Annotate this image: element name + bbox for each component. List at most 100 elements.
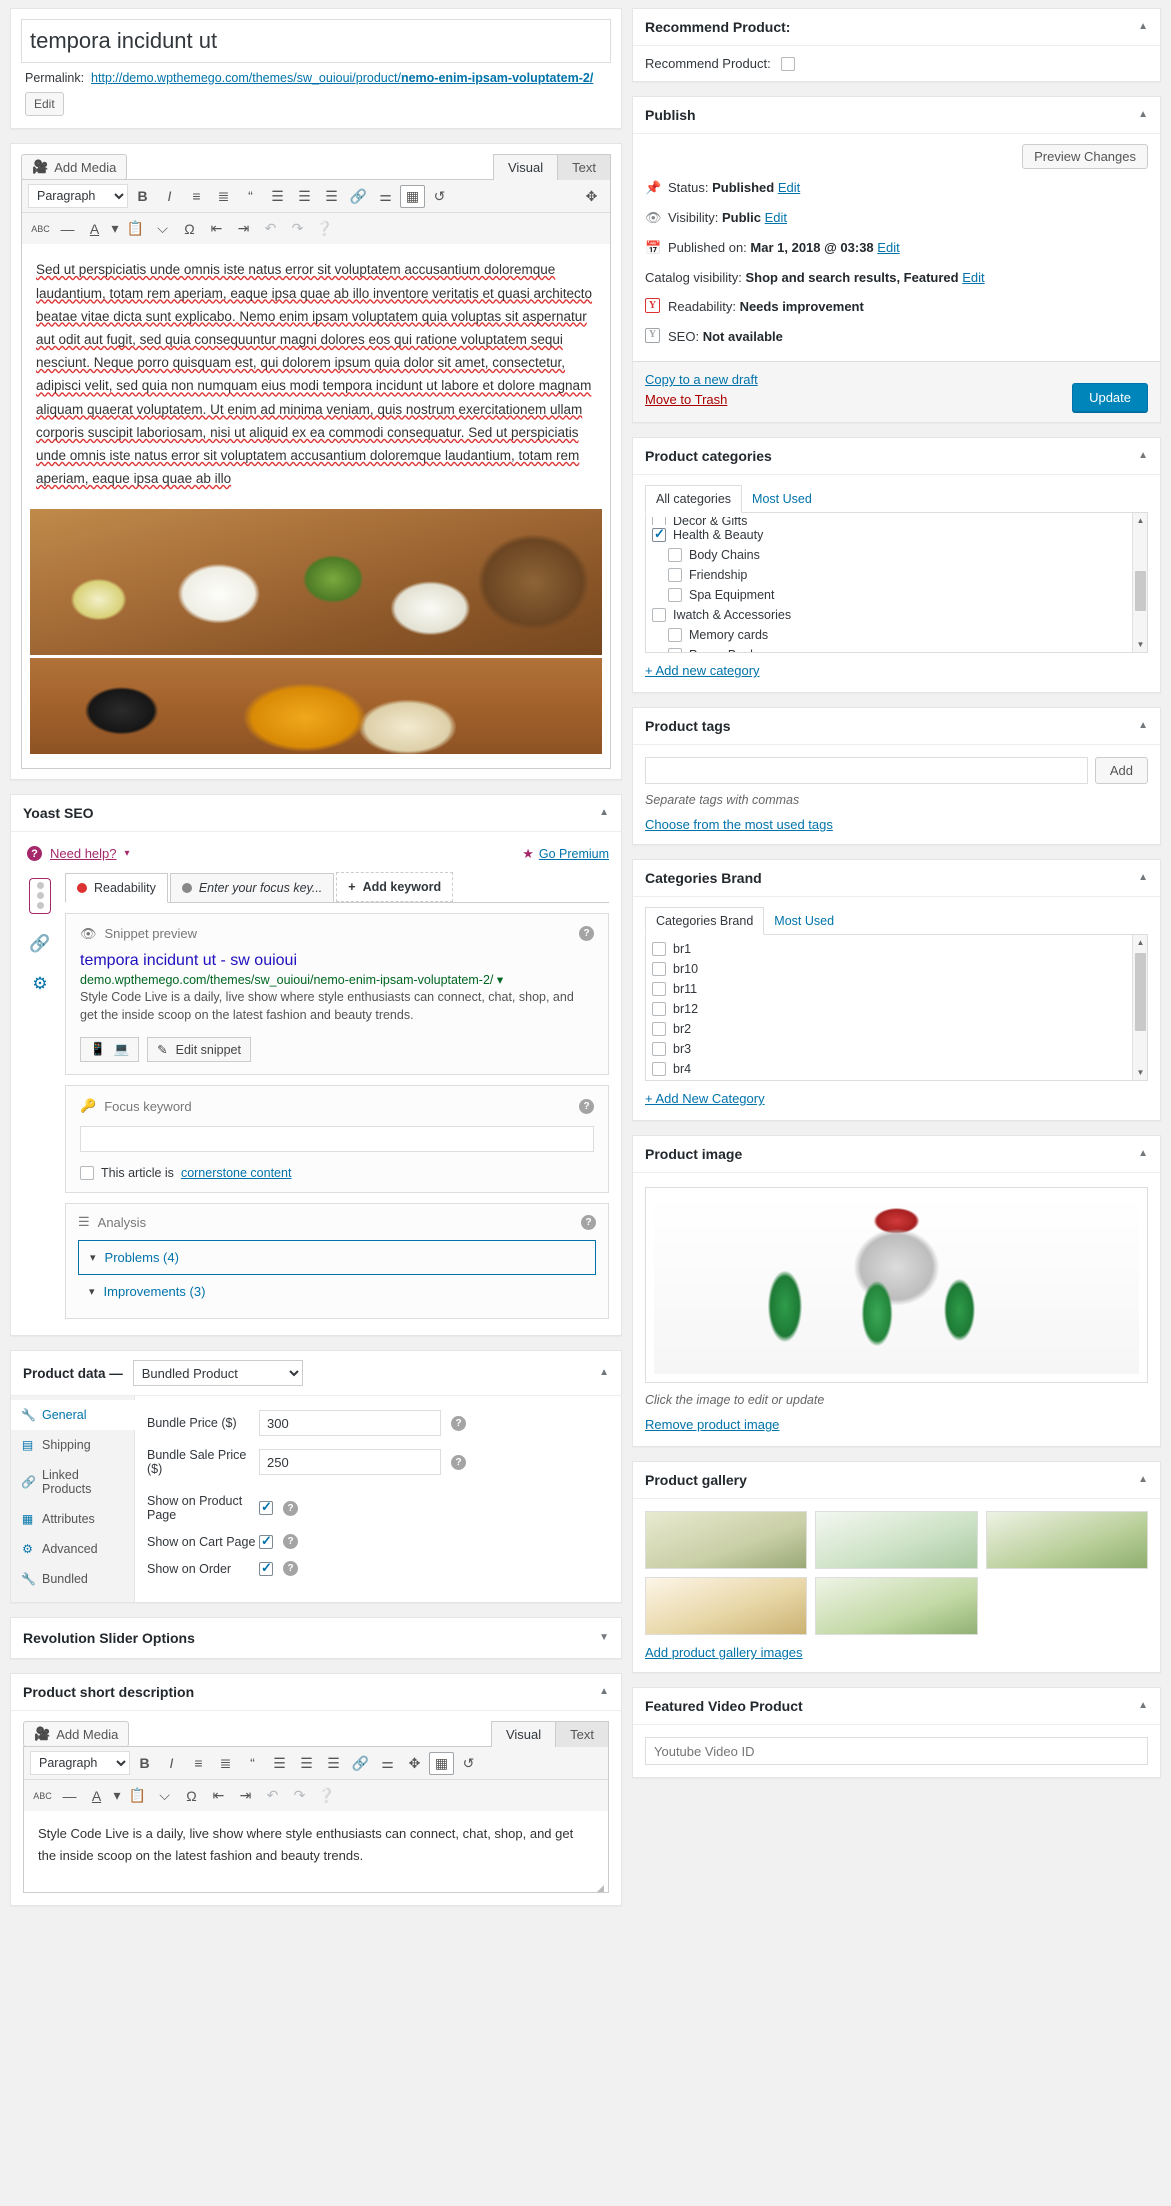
chevron-down-icon[interactable]: ▼	[599, 1633, 609, 1643]
go-premium-link[interactable]: Go Premium	[539, 847, 609, 861]
analysis-improvements-row[interactable]: ▾ Improvements (3)	[78, 1275, 596, 1308]
help-icon[interactable]: ?	[579, 1098, 594, 1114]
tags-header[interactable]: Product tags ▲	[633, 708, 1160, 746]
brand-list[interactable]: br1 br10 br11 br12 br2 br3 br4 ▲ ▼	[645, 935, 1148, 1082]
undo-history-icon[interactable]: ↺	[427, 185, 452, 208]
paste-as-text-icon[interactable]: 📋	[125, 1784, 150, 1807]
category-item-body-chains[interactable]: Body Chains	[652, 545, 1141, 565]
product-image-header[interactable]: Product image ▲	[633, 1136, 1160, 1174]
gear-icon[interactable]: ⚙	[32, 974, 47, 994]
pd-tab-linked-products[interactable]: 🔗 Linked Products	[11, 1460, 134, 1504]
add-media-button[interactable]: 🎥 Add Media	[21, 154, 128, 181]
recommend-header[interactable]: Recommend Product: ▲	[633, 9, 1160, 46]
tags-input[interactable]	[645, 757, 1088, 785]
help-icon[interactable]: ?	[581, 1214, 596, 1230]
category-item-memory-cards[interactable]: Memory cards	[652, 625, 1141, 645]
brand-checkbox[interactable]	[652, 1042, 666, 1057]
chevron-up-icon[interactable]: ▲	[599, 1368, 609, 1378]
scroll-up-arrow-icon[interactable]: ▲	[1136, 938, 1145, 947]
show-cart-page-checkbox[interactable]	[259, 1533, 273, 1549]
move-to-trash-link[interactable]: Move to Trash	[645, 392, 758, 407]
show-order-checkbox[interactable]	[259, 1560, 273, 1576]
undo-icon[interactable]: ↶	[260, 1784, 285, 1807]
bundle-sale-price-input[interactable]	[259, 1449, 441, 1476]
brand-item-br3[interactable]: br3	[652, 1039, 1141, 1059]
category-item-power-banks[interactable]: Power Banks	[652, 645, 1141, 653]
category-item-decor-gifts[interactable]: Decor & Gifts	[652, 517, 1141, 526]
text-color-icon[interactable]: A	[82, 217, 107, 240]
device-preview-toggle[interactable]: 📱 💻	[80, 1037, 140, 1063]
fullscreen-icon[interactable]: ✥	[402, 1752, 427, 1775]
undo-icon[interactable]: ↶	[258, 217, 283, 240]
editor-content-area[interactable]: Sed ut perspiciatis unde omnis iste natu…	[22, 244, 610, 508]
edit-permalink-button[interactable]: Edit	[25, 92, 64, 117]
pd-tab-general[interactable]: 🔧 General	[11, 1400, 135, 1431]
scrollbar-thumb[interactable]	[1135, 953, 1146, 1032]
horizontal-rule-icon[interactable]: —	[55, 217, 80, 240]
category-checkbox[interactable]	[652, 517, 666, 526]
gallery-thumb-4[interactable]	[645, 1577, 808, 1636]
toolbar-toggle-icon[interactable]: ▦	[429, 1751, 454, 1775]
numbered-list-icon[interactable]: ≣	[213, 1752, 238, 1775]
text-color-icon[interactable]: A	[84, 1784, 109, 1807]
add-tag-button[interactable]: Add	[1094, 757, 1148, 785]
categories-scrollbar[interactable]: ▲ ▼	[1132, 513, 1147, 653]
chevron-up-icon[interactable]: ▲	[1138, 1149, 1148, 1159]
link-icon[interactable]: 🔗	[346, 185, 371, 208]
chevron-up-icon[interactable]: ▲	[1138, 721, 1148, 731]
permalink-url[interactable]: http://demo.wpthemego.com/themes/sw_ouio…	[91, 71, 593, 85]
sd-add-media-button[interactable]: 🎥 Add Media	[23, 1721, 130, 1748]
bulleted-list-icon[interactable]: ≡	[186, 1752, 211, 1775]
paste-as-text-icon[interactable]: 📋	[123, 217, 148, 240]
copy-to-new-draft-link[interactable]: Copy to a new draft	[645, 372, 758, 387]
categories-header[interactable]: Product categories ▲	[633, 438, 1160, 476]
sd-tab-text[interactable]: Text	[555, 1721, 609, 1748]
numbered-list-icon[interactable]: ≣	[211, 185, 236, 208]
brand-item-br1[interactable]: br1	[652, 939, 1141, 959]
add-new-brand-category-link[interactable]: + Add New Category	[645, 1091, 765, 1106]
align-right-icon[interactable]: ☰	[319, 185, 344, 208]
short-description-header[interactable]: Product short description ▲	[11, 1674, 621, 1712]
gallery-thumb-3[interactable]	[985, 1511, 1148, 1570]
pd-tab-bundled[interactable]: 🔧 Bundled	[11, 1564, 134, 1594]
share-icon[interactable]: 🔗	[29, 934, 50, 954]
short-description-content[interactable]: Style Code Live is a daily, live show wh…	[24, 1811, 608, 1881]
category-checkbox[interactable]	[668, 648, 682, 653]
undo-history-icon[interactable]: ↺	[456, 1752, 481, 1775]
category-item-spa-equipment[interactable]: Spa Equipment	[652, 585, 1141, 605]
categories-list[interactable]: Decor & Gifts Health & Beauty Body Chain…	[645, 513, 1148, 654]
special-character-icon[interactable]: Ω	[177, 217, 202, 240]
product-type-select[interactable]: Bundled Product	[132, 1360, 303, 1387]
tab-visual[interactable]: Visual	[492, 154, 559, 181]
brand-header[interactable]: Categories Brand ▲	[633, 860, 1160, 898]
increase-indent-icon[interactable]: ⇥	[233, 1784, 258, 1807]
mobile-icon[interactable]: 📱	[90, 1042, 106, 1057]
link-icon[interactable]: 🔗	[348, 1752, 373, 1775]
brand-item-br11[interactable]: br11	[652, 979, 1141, 999]
strikethrough-icon[interactable]: ABC	[28, 217, 53, 240]
show-product-page-checkbox[interactable]	[259, 1499, 273, 1516]
redo-icon[interactable]: ↷	[287, 1784, 312, 1807]
edit-snippet-button[interactable]: ✎ Edit snippet	[147, 1037, 251, 1063]
analysis-problems-row[interactable]: ▾ Problems (4)	[78, 1240, 596, 1276]
snippet-url-caret-icon[interactable]: ▾	[497, 973, 503, 987]
status-edit-link[interactable]: Edit	[778, 180, 800, 195]
text-color-dropdown-icon[interactable]: ▾	[111, 1784, 123, 1807]
cornerstone-checkbox[interactable]	[80, 1166, 94, 1181]
paragraph-format-select[interactable]: Paragraph	[28, 184, 128, 209]
help-icon[interactable]: ?	[283, 1500, 298, 1516]
visibility-edit-link[interactable]: Edit	[765, 210, 787, 225]
help-icon[interactable]: ?	[451, 1415, 466, 1431]
category-checkbox[interactable]	[668, 548, 682, 563]
brand-item-br10[interactable]: br10	[652, 959, 1141, 979]
choose-most-used-tags-link[interactable]: Choose from the most used tags	[645, 817, 833, 832]
brand-checkbox[interactable]	[652, 982, 666, 997]
catalog-edit-link[interactable]: Edit	[962, 270, 984, 285]
horizontal-rule-icon[interactable]: —	[57, 1784, 82, 1807]
scroll-down-arrow-icon[interactable]: ▼	[1136, 1068, 1145, 1077]
recommend-checkbox[interactable]	[780, 56, 795, 71]
brand-checkbox[interactable]	[652, 1022, 666, 1037]
post-title-input[interactable]	[21, 19, 611, 63]
decrease-indent-icon[interactable]: ⇤	[206, 1784, 231, 1807]
blockquote-icon[interactable]: “	[240, 1752, 265, 1775]
